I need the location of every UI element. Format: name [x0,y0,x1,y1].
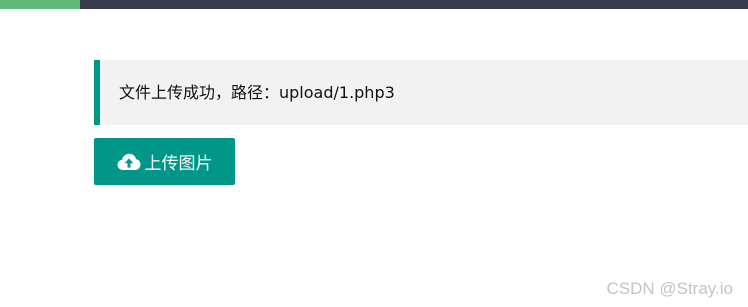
upload-success-notice: 文件上传成功，路径：upload/1.php3 [94,60,748,125]
upload-image-button[interactable]: 上传图片 [94,138,235,185]
upload-button-label: 上传图片 [144,154,213,174]
top-navigation-bar [0,0,748,9]
notice-text: 文件上传成功，路径：upload/1.php3 [119,83,395,102]
watermark: CSDN @Stray.io [606,279,733,298]
active-nav-indicator [0,0,80,9]
cloud-upload-icon [117,152,141,172]
